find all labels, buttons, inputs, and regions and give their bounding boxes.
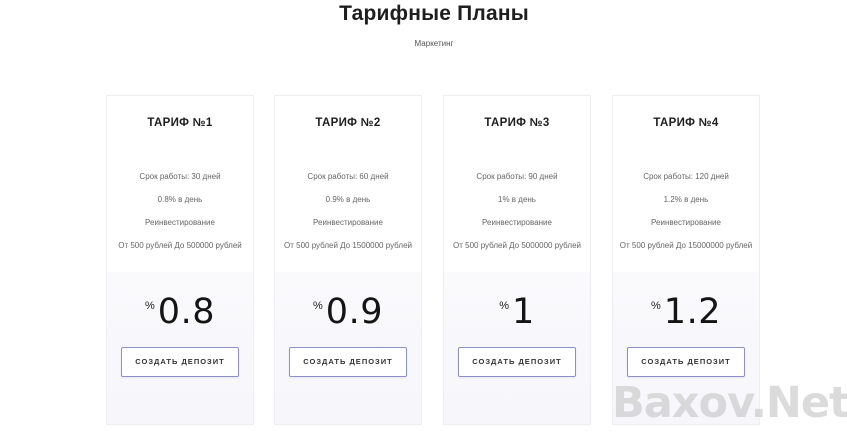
page-title: Тарифные Планы xyxy=(339,2,529,25)
percent-sign: % xyxy=(145,300,155,312)
percent-sign: % xyxy=(313,300,323,312)
percent-sign: % xyxy=(651,300,661,312)
plan-reinvest: Реинвестирование xyxy=(651,218,721,227)
plan-name: ТАРИФ №4 xyxy=(653,117,719,129)
plan-term: Срок работы: 90 дней xyxy=(476,172,558,181)
tariff-plans-page: Тарифные Планы Маркетинг ТАРИФ №1 Срок р… xyxy=(0,0,847,442)
percent-sign: % xyxy=(499,300,509,312)
plan-amount-range: От 500 рублей До 5000000 рублей xyxy=(453,241,581,250)
plan-daily-rate: 0.9% в день xyxy=(325,195,371,204)
page-subtitle: Маркетинг xyxy=(414,39,454,48)
plan-reinvest: Реинвестирование xyxy=(145,218,215,227)
plan-price: %1 xyxy=(444,292,590,332)
plan-price: %1.2 xyxy=(613,292,759,332)
plan-term: Срок работы: 120 дней xyxy=(643,172,729,181)
plan-daily-rate: 1.2% в день xyxy=(663,195,709,204)
plan-amount-range: От 500 рублей До 1500000 рублей xyxy=(284,241,412,250)
plan-name: ТАРИФ №3 xyxy=(484,117,550,129)
plan-price: %0.9 xyxy=(275,292,421,332)
plan-term: Срок работы: 30 дней xyxy=(139,172,221,181)
create-deposit-button[interactable]: СОЗДАТЬ ДЕПОЗИТ xyxy=(458,347,576,377)
create-deposit-button[interactable]: СОЗДАТЬ ДЕПОЗИТ xyxy=(121,347,239,377)
plan-rate-value: 1.2 xyxy=(663,292,721,332)
plan-card-4: ТАРИФ №4 Срок работы: 120 дней 1.2% в де… xyxy=(612,95,760,425)
plan-reinvest: Реинвестирование xyxy=(313,218,383,227)
plan-rate-value: 1 xyxy=(512,292,535,332)
plan-card-2: ТАРИФ №2 Срок работы: 60 дней 0.9% в ден… xyxy=(274,95,422,425)
plan-amount-range: От 500 рублей До 15000000 рублей xyxy=(619,241,753,250)
plan-daily-rate: 1% в день xyxy=(498,195,536,204)
plan-term: Срок работы: 60 дней xyxy=(307,172,389,181)
create-deposit-button[interactable]: СОЗДАТЬ ДЕПОЗИТ xyxy=(627,347,745,377)
plan-name: ТАРИФ №1 xyxy=(147,117,213,129)
plan-rate-value: 0.8 xyxy=(157,292,215,332)
plan-daily-rate: 0.8% в день xyxy=(157,195,203,204)
plan-reinvest: Реинвестирование xyxy=(482,218,552,227)
plan-rate-value: 0.9 xyxy=(325,292,383,332)
watermark: Baxov.Net xyxy=(612,378,847,428)
plan-card-1: ТАРИФ №1 Срок работы: 30 дней 0.8% в ден… xyxy=(106,95,254,425)
plan-card-3: ТАРИФ №3 Срок работы: 90 дней 1% в день … xyxy=(443,95,591,425)
plan-amount-range: От 500 рублей До 500000 рублей xyxy=(118,241,242,250)
create-deposit-button[interactable]: СОЗДАТЬ ДЕПОЗИТ xyxy=(289,347,407,377)
plan-name: ТАРИФ №2 xyxy=(315,117,381,129)
plan-price: %0.8 xyxy=(107,292,253,332)
